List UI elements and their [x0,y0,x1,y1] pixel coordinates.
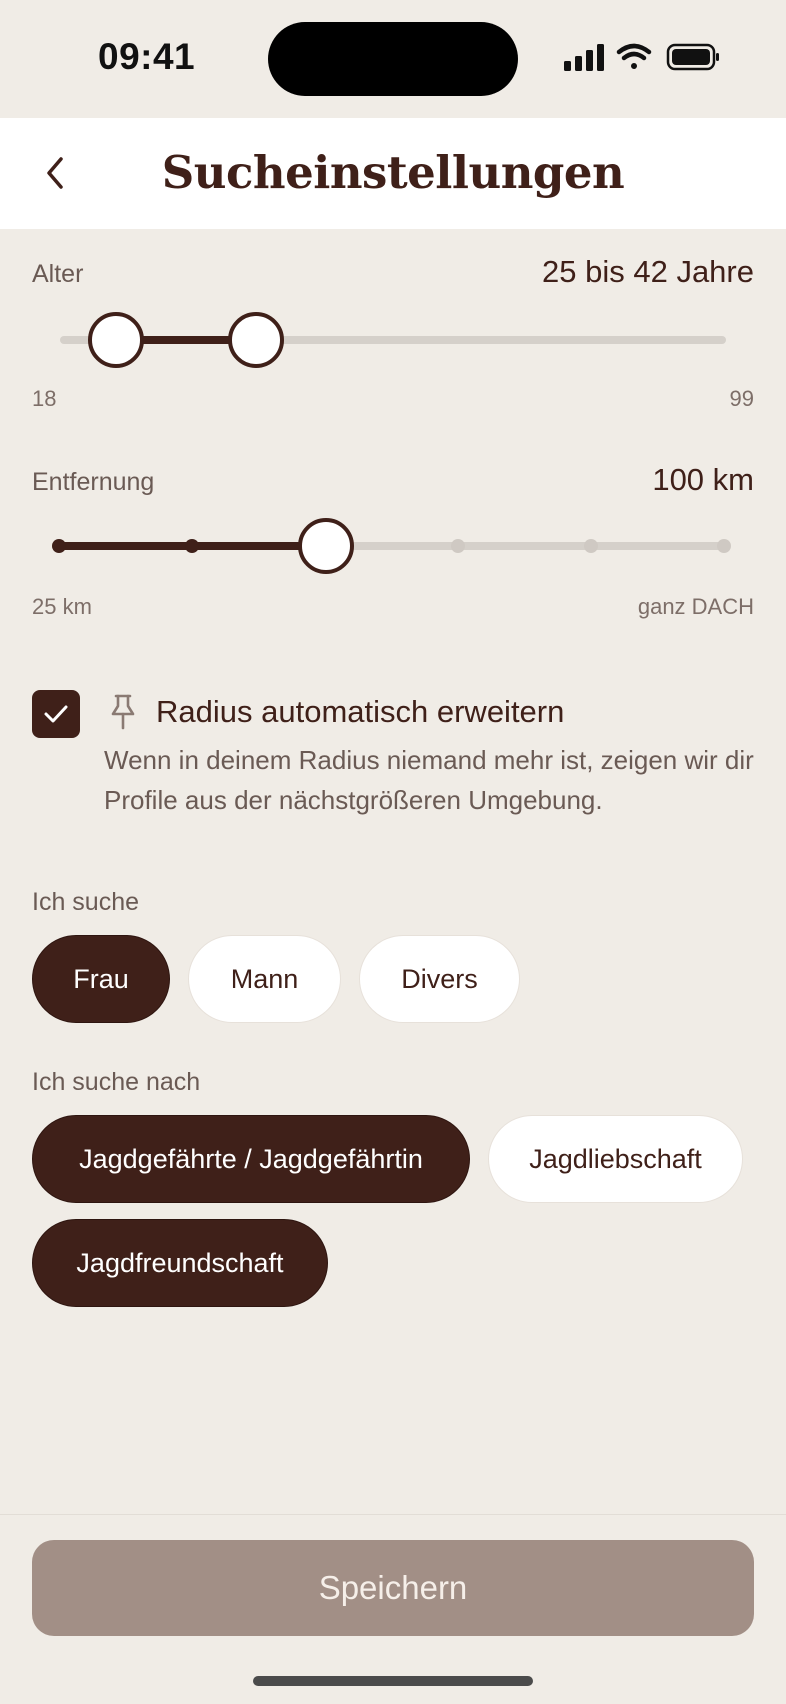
age-max-label: 99 [729,386,754,411]
age-value: 25 bis 42 Jahre [542,254,754,289]
distance-step-2[interactable] [185,539,199,553]
chip-frau-label: Frau [73,963,129,994]
age-range-slider[interactable] [60,310,726,370]
battery-icon [666,43,719,71]
pin-icon [111,694,135,730]
header: Sucheinstellungen [0,118,786,229]
expand-radius-title: Radius automatisch erweitern [156,694,565,729]
save-button[interactable]: Speichern [32,1540,754,1636]
distance-value: 100 km [652,462,754,497]
chip-jagdfreundschaft[interactable]: Jagdfreundschaft [32,1219,328,1307]
distance-slider[interactable] [52,516,732,576]
distance-step-6[interactable] [717,539,731,553]
distance-min-label: 25 km [32,594,92,619]
checkmark-icon [44,705,68,723]
home-indicator [253,1676,533,1686]
chip-frau[interactable]: Frau [32,935,170,1023]
expand-radius-description: Wenn in deinem Radius niemand mehr ist, … [104,745,754,815]
distance-step-5[interactable] [584,539,598,553]
distance-label-row: Entfernung 100 km [32,462,754,498]
chip-jagdgefaehrte[interactable]: Jagdgefährte / Jagdgefährtin [32,1115,470,1203]
cellular-signal-icon [564,44,604,71]
age-label-row: Alter 25 bis 42 Jahre [32,254,754,290]
chip-jagdgefaehrte-label: Jagdgefährte / Jagdgefährtin [79,1143,423,1174]
distance-max-label: ganz DACH [637,594,754,619]
chip-divers[interactable]: Divers [359,935,520,1023]
age-min-thumb[interactable] [88,312,144,368]
expand-radius-checkbox[interactable] [32,690,80,738]
status-time: 09:41 [98,36,196,77]
page-title: Sucheinstellungen [161,146,625,199]
distance-step-1[interactable] [52,539,66,553]
footer-divider [0,1514,786,1515]
distance-label: Entfernung [32,468,155,496]
chip-divers-label: Divers [401,963,478,994]
chip-jagdliebschaft-label: Jagdliebschaft [529,1143,702,1174]
chip-mann[interactable]: Mann [188,935,341,1023]
wifi-icon [616,43,652,69]
status-icons [564,43,719,71]
age-label: Alter [32,260,84,288]
chip-jagdliebschaft[interactable]: Jagdliebschaft [488,1115,743,1203]
dynamic-island [268,22,518,96]
search-gender-label: Ich suche [32,888,140,916]
expand-radius-option: Radius automatisch erweitern Wenn in dei… [32,690,754,820]
chip-jagdfreundschaft-label: Jagdfreundschaft [76,1247,284,1278]
age-max-thumb[interactable] [228,312,284,368]
distance-thumb[interactable] [298,518,354,574]
age-min-label: 18 [32,386,57,411]
chip-mann-label: Mann [230,963,299,994]
search-type-label: Ich suche nach [32,1068,201,1096]
distance-step-4[interactable] [451,539,465,553]
status-bar: 09:41 [0,0,786,118]
